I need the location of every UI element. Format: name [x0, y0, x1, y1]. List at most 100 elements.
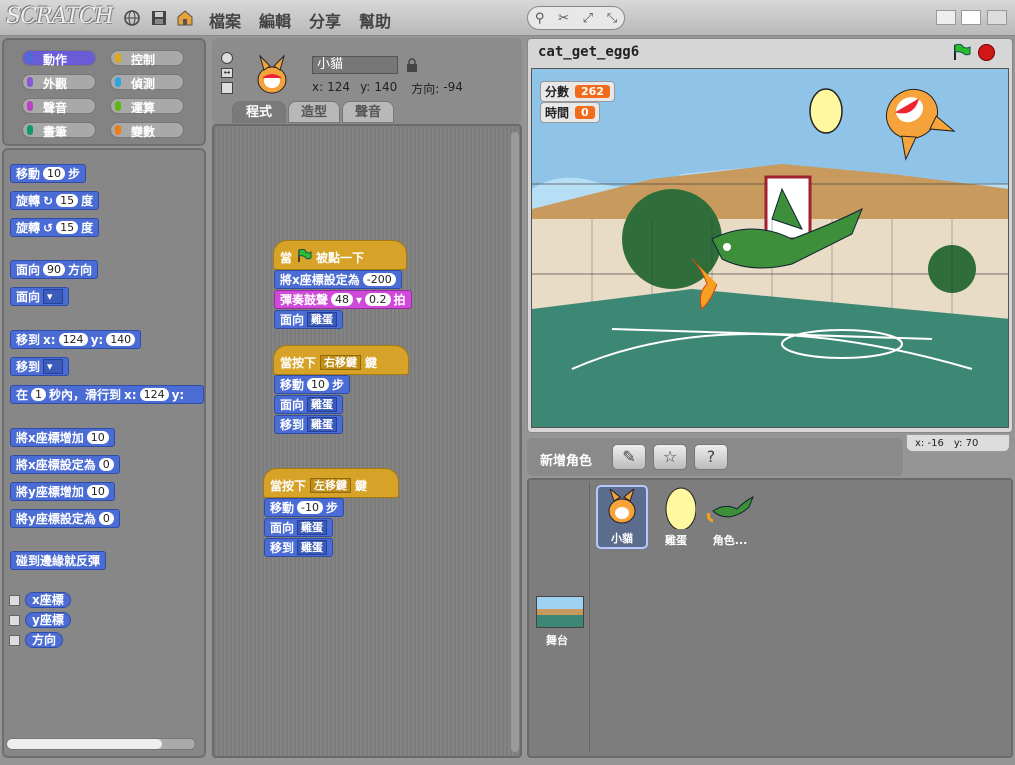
change-x-block[interactable]: 將x座標增加 10 [10, 428, 115, 447]
presentation-mode-icon[interactable] [987, 10, 1007, 25]
cursor-tools: ⚲ ✂ ⤢ ⤡ [527, 6, 625, 30]
normal-stage-icon[interactable] [961, 10, 981, 25]
category-operators[interactable]: 運算 [110, 98, 184, 115]
when-key-pressed-hat[interactable]: 當按下 右移鍵鍵 [273, 345, 409, 375]
menu-file[interactable]: 檔案 [209, 8, 241, 32]
direction-reporter[interactable]: 方向 [25, 632, 64, 648]
x-position-reporter[interactable]: x座標 [25, 592, 71, 608]
score-monitor[interactable]: 分數 262 [540, 81, 615, 102]
stage-thumbnail[interactable] [536, 596, 584, 628]
no-rotate-style-icon[interactable] [221, 82, 233, 94]
dropdown[interactable]: ▾ [43, 359, 64, 374]
direction-checkbox[interactable] [9, 635, 20, 646]
category-looks[interactable]: 外觀 [22, 74, 96, 91]
share-project-icon[interactable] [176, 9, 194, 27]
time-monitor[interactable]: 時間 0 [540, 102, 600, 123]
category-label: 變數 [131, 125, 156, 139]
paint-new-sprite-button[interactable]: ✎ [612, 444, 646, 470]
goto-script-block[interactable]: 移到 雞蛋 [264, 538, 334, 557]
move-block[interactable]: 移動 10 步 [10, 164, 87, 183]
tab-scripts[interactable]: 程式 [232, 101, 286, 123]
when-flag-clicked-hat[interactable]: 當 被點一下 [273, 240, 407, 270]
scripts-vertical-scrollbar[interactable] [511, 132, 519, 752]
category-label: 動作 [43, 53, 68, 67]
rotate-clockwise-icon: ↻ [43, 193, 54, 208]
rotate-counterclockwise-icon: ↺ [43, 220, 54, 235]
move-script-block[interactable]: 移動 10 步 [274, 375, 351, 394]
paintbrush-star-icon: ✎ [622, 447, 636, 466]
menu-edit[interactable]: 編輯 [259, 8, 291, 32]
move-script-block[interactable]: 移動 -10 步 [264, 498, 344, 517]
goto-block[interactable]: 移到 ▾ [10, 357, 70, 376]
grow-icon[interactable]: ⤢ [583, 11, 593, 26]
when-key-pressed-hat[interactable]: 當按下 左移鍵鍵 [263, 468, 399, 498]
random-sprite-button[interactable]: ? [694, 444, 728, 470]
lock-icon[interactable] [406, 58, 418, 72]
sprite-item-egg[interactable]: 雞蛋 [650, 485, 702, 549]
stage-canvas[interactable]: 分數 262 時間 0 [531, 68, 1009, 428]
scripts-area[interactable] [212, 124, 522, 758]
category-sound[interactable]: 聲音 [22, 98, 96, 115]
folder-star-icon: ☆ [662, 447, 678, 466]
block-palette [2, 148, 206, 758]
choose-sprite-from-file-button[interactable]: ☆ [653, 444, 687, 470]
category-pen[interactable]: 畫筆 [22, 122, 96, 139]
point-towards-block[interactable]: 面向 ▾ [10, 287, 70, 306]
turn-right-block[interactable]: 旋轉 ↻ 15 度 [10, 191, 100, 210]
tab-sounds[interactable]: 聲音 [342, 101, 394, 123]
save-icon[interactable] [150, 9, 168, 27]
point-towards-script-block[interactable]: 面向 雞蛋 [274, 310, 344, 329]
point-direction-block[interactable]: 面向 90 方向 [10, 260, 99, 279]
goto-script-block[interactable]: 移到 雞蛋 [274, 415, 344, 434]
green-flag-icon[interactable] [951, 43, 971, 61]
tab-costumes[interactable]: 造型 [288, 101, 340, 123]
category-label: 控制 [131, 53, 156, 67]
category-motion[interactable]: 動作 [22, 50, 96, 67]
cat-thumbnail [608, 487, 636, 524]
set-y-block[interactable]: 將y座標設定為 0 [10, 509, 120, 528]
x-position-checkbox[interactable] [9, 595, 20, 606]
sprite-item-dragon[interactable]: 角色... [704, 485, 756, 549]
palette-horizontal-scrollbar[interactable] [6, 738, 196, 750]
category-control[interactable]: 控制 [110, 50, 184, 67]
play-drum-block[interactable]: 彈奏鼓聲 48 ▾ 0.2 拍 [274, 290, 412, 309]
change-y-block[interactable]: 將y座標增加 10 [10, 482, 115, 501]
shrink-icon[interactable]: ⤡ [607, 11, 617, 26]
rotate-style-icon[interactable] [221, 52, 233, 64]
sprite-name-field[interactable]: 小貓 [312, 56, 398, 74]
category-label: 偵測 [131, 77, 156, 91]
sprite-item-cat[interactable]: 小貓 [596, 485, 648, 549]
dropdown[interactable]: ▾ [43, 289, 64, 304]
cut-icon[interactable]: ✂ [558, 11, 569, 26]
turn-left-block[interactable]: 旋轉 ↺ 15 度 [10, 218, 100, 237]
scratch-logo: SCRATCH [6, 4, 114, 29]
set-x-block[interactable]: 將x座標設定為 0 [10, 455, 120, 474]
menu-help[interactable]: 幫助 [359, 8, 391, 32]
y-position-checkbox[interactable] [9, 615, 20, 626]
category-color-swatch [27, 101, 33, 111]
chevron-down-icon[interactable]: ▾ [356, 293, 362, 307]
category-label: 畫筆 [43, 125, 68, 139]
category-color-swatch [27, 53, 33, 63]
new-sprite-label: 新增角色 [540, 454, 593, 469]
globe-icon[interactable] [123, 9, 141, 27]
category-label: 外觀 [43, 77, 68, 91]
category-sensing[interactable]: 偵測 [110, 74, 184, 91]
left-right-style-icon[interactable]: ↔ [221, 68, 233, 78]
glide-block[interactable]: 在 1 秒內，滑行到 x: 124 y: [10, 385, 204, 404]
small-stage-icon[interactable] [936, 10, 956, 25]
goto-xy-block[interactable]: 移到 x: 124 y: 140 [10, 330, 142, 349]
stage-label: 舞台 [546, 634, 568, 647]
duplicate-icon[interactable]: ⚲ [535, 11, 545, 26]
stop-icon[interactable] [978, 44, 995, 61]
point-towards-script-block[interactable]: 面向 雞蛋 [264, 518, 334, 537]
category-label: 運算 [131, 101, 156, 115]
y-position-reporter[interactable]: y座標 [25, 612, 71, 628]
category-variables[interactable]: 變數 [110, 122, 184, 139]
mouse-coordinates: x: -16 y: 70 [906, 434, 1010, 452]
set-x-script-block[interactable]: 將x座標設定為 -200 [274, 270, 402, 289]
point-towards-script-block[interactable]: 面向 雞蛋 [274, 395, 344, 414]
menu-share[interactable]: 分享 [309, 8, 341, 32]
bounce-block[interactable]: 碰到邊緣就反彈 [10, 551, 107, 570]
egg-sprite[interactable] [809, 88, 843, 134]
